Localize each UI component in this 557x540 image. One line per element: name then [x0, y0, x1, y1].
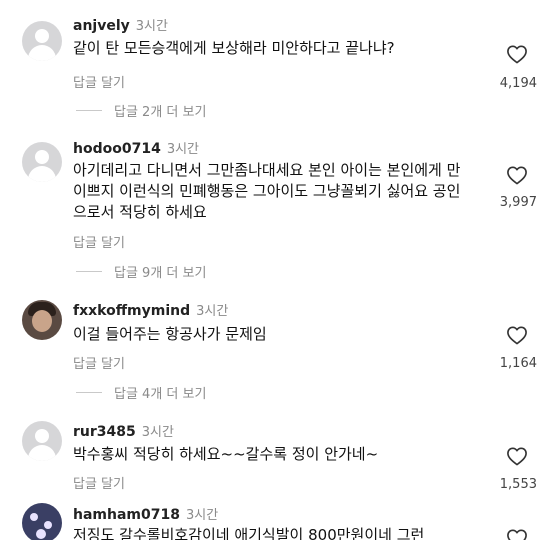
heart-outline-icon[interactable] — [506, 528, 528, 540]
comment-username[interactable]: hamham0718 3시간 — [73, 504, 218, 523]
comment-time: 3시간 — [185, 508, 219, 523]
comment-text: 같이 탄 모든승객에게 보상해라 미안하다고 끝나냐? — [73, 39, 395, 57]
view-more-replies-button[interactable]: 답글 4개 더 보기 — [76, 383, 206, 402]
reply-button[interactable]: 답글 달기 — [73, 473, 125, 492]
comment-time: 3시간 — [141, 425, 174, 440]
comment-item: anjvely 3시간 같이 탄 모든승객에게 보상해라 미안하다고 끝나냐? 답… — [0, 0, 557, 125]
comment-username[interactable]: rur3485 3시간 — [73, 421, 174, 440]
like-count: 3,997 — [499, 195, 537, 210]
like-count: 4,194 — [499, 76, 537, 91]
comment-time: 3시간 — [196, 304, 229, 319]
like-count: 1,553 — [499, 477, 537, 492]
comment-time: 3시간 — [135, 19, 168, 34]
like-count: 1,164 — [499, 356, 537, 371]
avatar[interactable] — [22, 503, 62, 540]
comment-text: 아기데리고 다니면서 그만좀나대세요 본인 아이는 본인에게 만 이쁘지 이런식… — [73, 161, 461, 221]
avatar[interactable] — [22, 300, 62, 340]
view-more-replies-button[interactable]: 답글 9개 더 보기 — [76, 262, 206, 281]
comment-username[interactable]: fxxkoffmymind 3시간 — [73, 300, 228, 319]
avatar[interactable] — [22, 142, 62, 182]
heart-outline-icon[interactable] — [506, 446, 528, 466]
heart-outline-icon[interactable] — [506, 325, 528, 345]
reply-button[interactable]: 답글 달기 — [73, 72, 125, 91]
avatar[interactable] — [22, 21, 62, 61]
comment-text: 박수홍씨 적당히 하세요~~갈수록 정이 안가네~ — [73, 445, 379, 463]
comment-time: 3시간 — [166, 142, 200, 157]
view-more-replies-button[interactable]: 답글 2개 더 보기 — [76, 101, 206, 120]
comment-text: 저징도 갈수롤비호감이네 애기식발이 800만원이네 그런 — [73, 526, 425, 540]
heart-outline-icon[interactable] — [506, 44, 528, 64]
comment-username[interactable]: hodoo0714 3시간 — [73, 138, 199, 157]
avatar[interactable] — [22, 421, 62, 461]
reply-button[interactable]: 답글 달기 — [73, 232, 125, 251]
comment-text: 이걸 들어주는 항공사가 문제임 — [73, 325, 267, 343]
comment-username[interactable]: anjvely 3시간 — [73, 15, 168, 34]
reply-button[interactable]: 답글 달기 — [73, 353, 125, 372]
heart-outline-icon[interactable] — [506, 165, 528, 185]
